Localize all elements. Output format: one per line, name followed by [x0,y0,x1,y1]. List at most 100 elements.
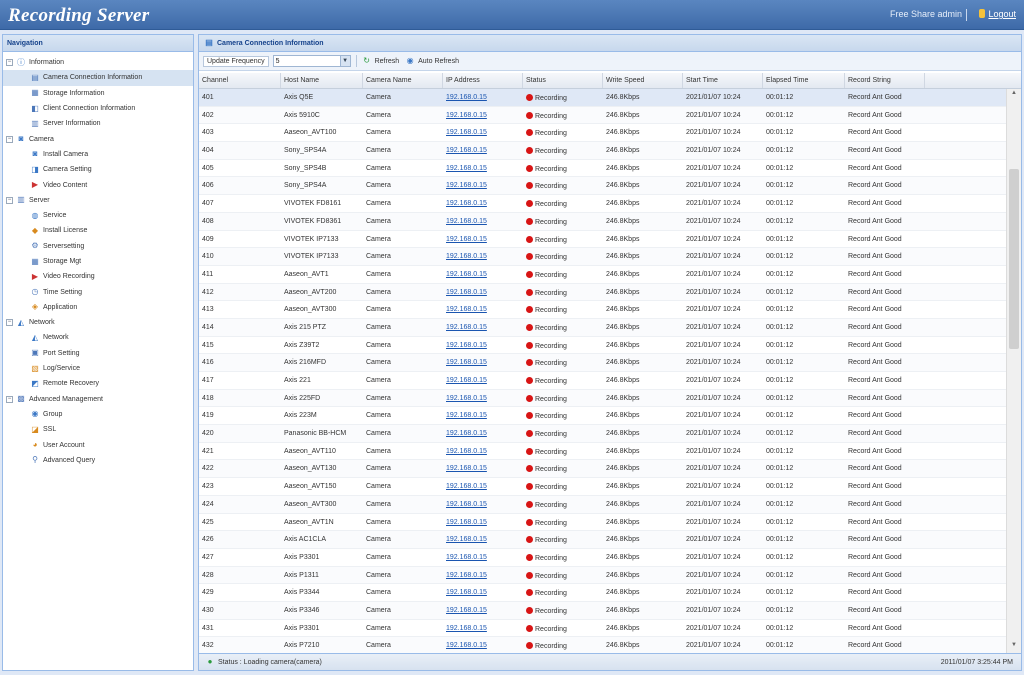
refresh-button[interactable]: ↻ Refresh [362,57,399,66]
table-row[interactable]: 405 Sony_SPS4B Camera 192.168.0.15 Recording… [199,160,1021,178]
column-header[interactable]: Record String [845,73,925,88]
scroll-up-icon[interactable]: ▲ [1009,90,1019,100]
table-row[interactable]: 401 Axis Q5E Camera 192.168.0.15 Recording 24… [199,89,1021,107]
tree-item[interactable]: ▧ Log/Service [3,361,193,376]
collapse-toggle-icon[interactable]: − [6,135,13,143]
ip-address-link[interactable]: 192.168.0.15 [443,478,523,495]
table-row[interactable]: 421 Aaseon_AVT110 Camera 192.168.0.15 Record… [199,443,1021,461]
column-header[interactable]: Host Name [281,73,363,88]
ip-address-link[interactable]: 192.168.0.15 [443,301,523,318]
collapse-toggle-icon[interactable]: − [6,59,13,67]
collapse-toggle-icon[interactable]: − [6,196,13,204]
ip-address-link[interactable]: 192.168.0.15 [443,584,523,601]
table-row[interactable]: 413 Aaseon_AVT300 Camera 192.168.0.15 Record… [199,301,1021,319]
ip-address-link[interactable]: 192.168.0.15 [443,407,523,424]
table-row[interactable]: 423 Aaseon_AVT150 Camera 192.168.0.15 Record… [199,478,1021,496]
ip-address-link[interactable]: 192.168.0.15 [443,567,523,584]
scroll-thumb[interactable] [1009,169,1019,349]
column-header[interactable]: IP Address [443,73,523,88]
ip-address-link[interactable]: 192.168.0.15 [443,319,523,336]
table-row[interactable]: 419 Axis 223M Camera 192.168.0.15 Recording 2… [199,407,1021,426]
ip-address-link[interactable]: 192.168.0.15 [443,231,523,248]
table-row[interactable]: 416 Axis 216MFD Camera 192.168.0.15 Recordin… [199,354,1021,372]
table-row[interactable]: 432 Axis P7210 Camera 192.168.0.15 Recording… [199,637,1021,653]
chevron-down-icon[interactable]: ▼ [339,56,350,66]
collapse-toggle-icon[interactable]: − [6,395,13,403]
table-row[interactable]: 407 VIVOTEK FD8161 Camera 192.168.0.15 Recor… [199,195,1021,213]
tree-item[interactable]: ◉ Group [3,407,193,422]
ip-address-link[interactable]: 192.168.0.15 [443,637,523,653]
table-row[interactable]: 411 Aaseon_AVT1 Camera 192.168.0.15 Recordin… [199,266,1021,284]
logout-link[interactable]: Logout [979,9,1016,19]
table-row[interactable]: 422 Aaseon_AVT130 Camera 192.168.0.15 Record… [199,460,1021,479]
ip-address-link[interactable]: 192.168.0.15 [443,284,523,301]
table-row[interactable]: 427 Axis P3301 Camera 192.168.0.15 Recording… [199,549,1021,567]
table-row[interactable]: 428 Axis P1311 Camera 192.168.0.15 Recording… [199,566,1021,585]
ip-address-link[interactable]: 192.168.0.15 [443,425,523,442]
column-header[interactable]: Camera Name [363,73,443,88]
tree-item[interactable]: ▦ Storage Mgt [3,254,193,269]
ip-address-link[interactable]: 192.168.0.15 [443,89,523,106]
column-header[interactable]: Status [523,73,603,88]
tree-item[interactable]: ◭ Network [3,330,193,345]
table-row[interactable]: 426 Axis AC1CLA Camera 192.168.0.15 Recordin… [199,531,1021,549]
tree-item[interactable]: ▤ Camera Connection Information [3,70,193,86]
ip-address-link[interactable]: 192.168.0.15 [443,496,523,513]
ip-address-link[interactable]: 192.168.0.15 [443,531,523,548]
table-row[interactable]: 417 Axis 221 Camera 192.168.0.15 Recording 24… [199,372,1021,390]
ip-address-link[interactable]: 192.168.0.15 [443,620,523,637]
table-row[interactable]: 402 Axis 5910C Camera 192.168.0.15 Recording… [199,106,1021,125]
tree-item[interactable]: ◷ Time Setting [3,284,193,299]
tree-item[interactable]: ◨ Camera Setting [3,162,193,177]
table-row[interactable]: 414 Axis 215 PTZ Camera 192.168.0.15 Recordi… [199,318,1021,337]
table-row[interactable]: 418 Axis 225FD Camera 192.168.0.15 Recording… [199,389,1021,408]
ip-address-link[interactable]: 192.168.0.15 [443,142,523,159]
tree-item[interactable]: ▥ Server Information [3,116,193,131]
table-row[interactable]: 430 Axis P3346 Camera 192.168.0.15 Recording… [199,601,1021,620]
table-row[interactable]: 410 VIVOTEK IP7133 Camera 192.168.0.15 Recor… [199,248,1021,266]
tree-item[interactable]: ◈ Application [3,300,193,315]
table-row[interactable]: 429 Axis P3344 Camera 192.168.0.15 Recording… [199,584,1021,602]
ip-address-link[interactable]: 192.168.0.15 [443,107,523,124]
tree-item[interactable]: − ◭ Network [3,315,193,330]
scroll-down-icon[interactable]: ▼ [1009,642,1019,652]
tree-item[interactable]: − ◙ Camera [3,131,193,146]
tree-item[interactable]: ◩ Remote Recovery [3,376,193,391]
tree-item[interactable]: ◍ Service [3,208,193,223]
tree-item[interactable]: ▶ Video Recording [3,269,193,284]
ip-address-link[interactable]: 192.168.0.15 [443,549,523,566]
table-row[interactable]: 408 VIVOTEK FD8361 Camera 192.168.0.15 Recor… [199,212,1021,231]
table-row[interactable]: 403 Aaseon_AVT100 Camera 192.168.0.15 Record… [199,124,1021,143]
ip-address-link[interactable]: 192.168.0.15 [443,337,523,354]
ip-address-link[interactable]: 192.168.0.15 [443,602,523,619]
tree-item[interactable]: − ▩ Advanced Management [3,392,193,407]
tree-item[interactable]: ⚲ Advanced Query [3,453,193,468]
vertical-scrollbar[interactable]: ▲ ▼ [1006,89,1021,653]
update-frequency-select[interactable]: 5 ▼ [272,55,351,67]
tree-item[interactable]: ◙ Install Camera [3,147,193,162]
column-header[interactable]: Elapsed Time [763,73,845,88]
table-row[interactable]: 415 Axis Z39T2 Camera 192.168.0.15 Recording… [199,337,1021,355]
ip-address-link[interactable]: 192.168.0.15 [443,443,523,460]
table-row[interactable]: 406 Sony_SPS4A Camera 192.168.0.15 Recording… [199,177,1021,196]
collapse-toggle-icon[interactable]: − [6,319,13,327]
tree-item[interactable]: − ⓘ Information [3,55,193,70]
ip-address-link[interactable]: 192.168.0.15 [443,514,523,531]
ip-address-link[interactable]: 192.168.0.15 [443,160,523,177]
column-header[interactable]: Start Time [683,73,763,88]
ip-address-link[interactable]: 192.168.0.15 [443,390,523,407]
tree-item[interactable]: ▦ Storage Information [3,86,193,101]
column-header[interactable]: Write Speed [603,73,683,88]
tree-item[interactable]: ◆ Install License [3,223,193,238]
tree-item[interactable]: ▣ Port Setting [3,346,193,361]
table-row[interactable]: 431 Axis P3301 Camera 192.168.0.15 Recording… [199,620,1021,638]
ip-address-link[interactable]: 192.168.0.15 [443,354,523,371]
ip-address-link[interactable]: 192.168.0.15 [443,266,523,283]
tree-item[interactable]: ▶ Video Content [3,177,193,192]
tree-item[interactable]: ⚙ Serversetting [3,239,193,254]
ip-address-link[interactable]: 192.168.0.15 [443,460,523,477]
ip-address-link[interactable]: 192.168.0.15 [443,248,523,265]
table-row[interactable]: 409 VIVOTEK IP7133 Camera 192.168.0.15 Recor… [199,231,1021,249]
ip-address-link[interactable]: 192.168.0.15 [443,177,523,194]
tree-item[interactable]: ◕ User Account [3,437,193,452]
